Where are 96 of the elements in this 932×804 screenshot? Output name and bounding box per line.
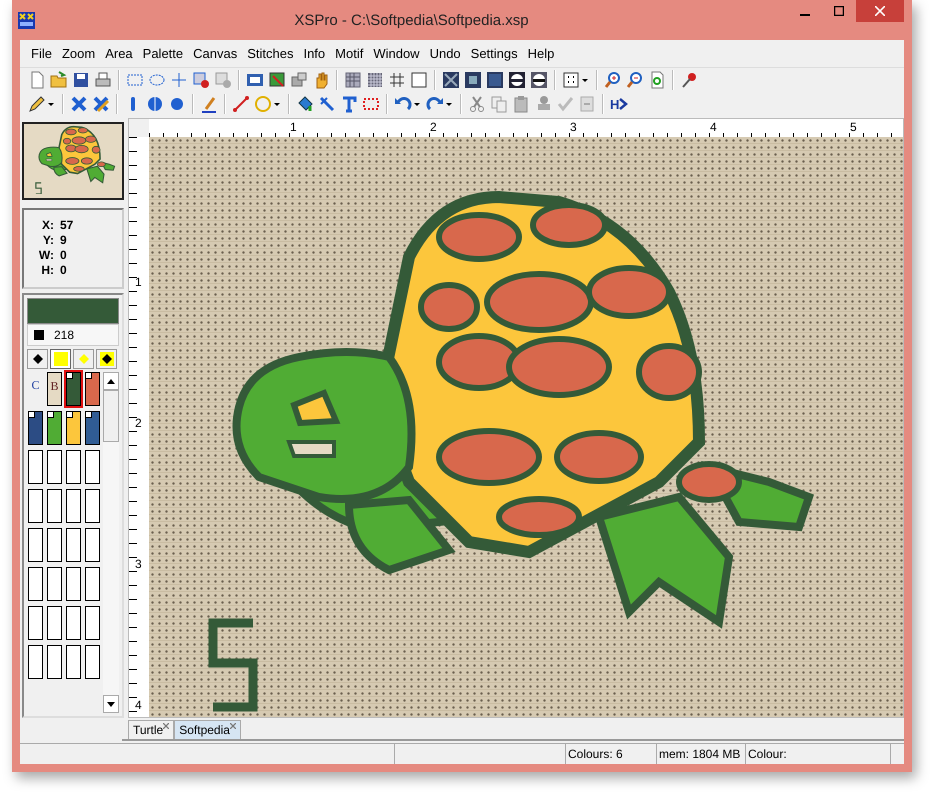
diamond-icon <box>32 354 42 364</box>
chevron-icon <box>619 98 628 110</box>
menu-item[interactable]: Zoom <box>56 44 100 63</box>
palette-tab[interactable] <box>27 349 48 369</box>
half-circle-tile-icon[interactable] <box>506 69 528 91</box>
column-header: C <box>30 377 40 394</box>
empty-swatch[interactable] <box>28 450 43 484</box>
empty-swatch[interactable] <box>47 489 62 523</box>
stitch-canvas[interactable] <box>149 137 903 717</box>
ruler-label: 1 <box>135 275 142 289</box>
empty-swatch[interactable] <box>66 645 81 679</box>
menu-item[interactable]: Info <box>298 44 330 63</box>
stitched-letter-drawing <box>35 182 42 194</box>
close-icon[interactable] <box>163 723 170 729</box>
empty-swatch[interactable] <box>28 645 43 679</box>
empty-swatch[interactable] <box>85 450 100 484</box>
empty-swatch[interactable] <box>47 606 62 640</box>
empty-swatch[interactable] <box>28 528 43 562</box>
colour-square-icon <box>34 330 44 340</box>
ruler-label: 3 <box>570 120 577 134</box>
colour-number: 218 <box>54 328 74 342</box>
menu-item[interactable]: Canvas <box>188 44 242 63</box>
empty-swatch[interactable] <box>47 567 62 601</box>
empty-swatch[interactable] <box>66 528 81 562</box>
cross-tile-icon[interactable] <box>440 69 462 91</box>
diamond-icon <box>100 352 114 366</box>
empty-swatch[interactable] <box>47 528 62 562</box>
coordinate-label: X: <box>41 218 55 232</box>
close-icon <box>875 6 885 16</box>
down-arrow-icon[interactable] <box>107 702 115 706</box>
menu-item[interactable]: Undo <box>424 44 466 63</box>
ruler-label: 2 <box>430 120 437 134</box>
up-arrow-icon[interactable] <box>107 378 115 384</box>
close-button[interactable] <box>856 0 904 22</box>
maximize-icon <box>834 6 844 16</box>
menu-item[interactable]: File <box>26 44 57 63</box>
coordinate-label: H: <box>40 263 55 277</box>
document-tab[interactable]: Turtle <box>128 720 174 739</box>
coordinate-value: 57 <box>60 218 74 232</box>
empty-swatch[interactable] <box>85 489 100 523</box>
move-button[interactable]: H <box>608 93 630 115</box>
menu-item[interactable]: Palette <box>138 44 188 63</box>
empty-swatch[interactable] <box>85 645 100 679</box>
menu-item[interactable]: Settings <box>466 44 523 63</box>
empty-swatch[interactable] <box>47 450 62 484</box>
tile-icon[interactable] <box>462 69 484 91</box>
background-swatch[interactable]: B <box>47 372 62 406</box>
close-icon[interactable] <box>230 723 236 729</box>
diamond-icon <box>78 354 88 364</box>
scroll-thumb[interactable] <box>103 390 119 442</box>
window-title: XSPro - C:\Softpedia\Softpedia.xsp <box>293 12 530 28</box>
colour-swatch[interactable] <box>28 411 43 445</box>
coordinate-label: W: <box>38 248 55 262</box>
ruler-label: 2 <box>135 416 142 430</box>
menu-item[interactable]: Help <box>522 44 560 63</box>
empty-swatch[interactable] <box>85 606 100 640</box>
ruler-label: 1 <box>290 120 297 134</box>
colour-swatch[interactable] <box>85 372 100 406</box>
colour-swatch[interactable] <box>85 411 100 445</box>
status-pane: Colours: 6 <box>566 744 657 764</box>
menu-item[interactable]: Stitches <box>242 44 298 63</box>
empty-swatch[interactable] <box>66 567 81 601</box>
coordinate-label: Y: <box>42 233 55 247</box>
empty-swatch[interactable] <box>28 567 43 601</box>
empty-swatch[interactable] <box>85 528 100 562</box>
empty-swatch[interactable] <box>66 450 81 484</box>
empty-swatch[interactable] <box>85 567 100 601</box>
ruler-label: 4 <box>135 698 142 712</box>
scrollbar[interactable] <box>103 372 119 713</box>
empty-swatch[interactable] <box>28 606 43 640</box>
coordinate-value: 0 <box>60 263 68 277</box>
minimize-icon <box>800 14 810 16</box>
document-tab[interactable]: Softpedia <box>174 720 241 739</box>
solid-tile-icon[interactable] <box>484 69 506 91</box>
circle-tile-icon[interactable] <box>528 69 550 91</box>
empty-swatch[interactable] <box>66 489 81 523</box>
colour-swatch[interactable] <box>66 372 81 406</box>
menu-item[interactable]: Area <box>100 44 138 63</box>
status-pane: mem: 1804 MB <box>657 744 746 764</box>
ruler-label: 3 <box>135 557 142 571</box>
filled-square-icon <box>54 352 68 366</box>
colour-swatch[interactable] <box>47 411 62 445</box>
coordinate-value: 0 <box>60 248 68 262</box>
empty-swatch[interactable] <box>28 489 43 523</box>
menu-item[interactable]: Window <box>368 44 425 63</box>
menu-item[interactable]: Motif <box>330 44 368 63</box>
colour-swatch[interactable] <box>66 411 81 445</box>
line-icon[interactable] <box>230 93 252 115</box>
status-pane: Colour: <box>746 744 891 764</box>
empty-swatch[interactable] <box>66 606 81 640</box>
ruler-label: 5 <box>850 120 857 134</box>
coordinate-value: 9 <box>60 233 68 247</box>
app-icon <box>18 12 35 28</box>
ruler-label: 4 <box>710 120 717 134</box>
empty-swatch[interactable] <box>47 645 62 679</box>
palette-tab[interactable] <box>96 349 117 369</box>
